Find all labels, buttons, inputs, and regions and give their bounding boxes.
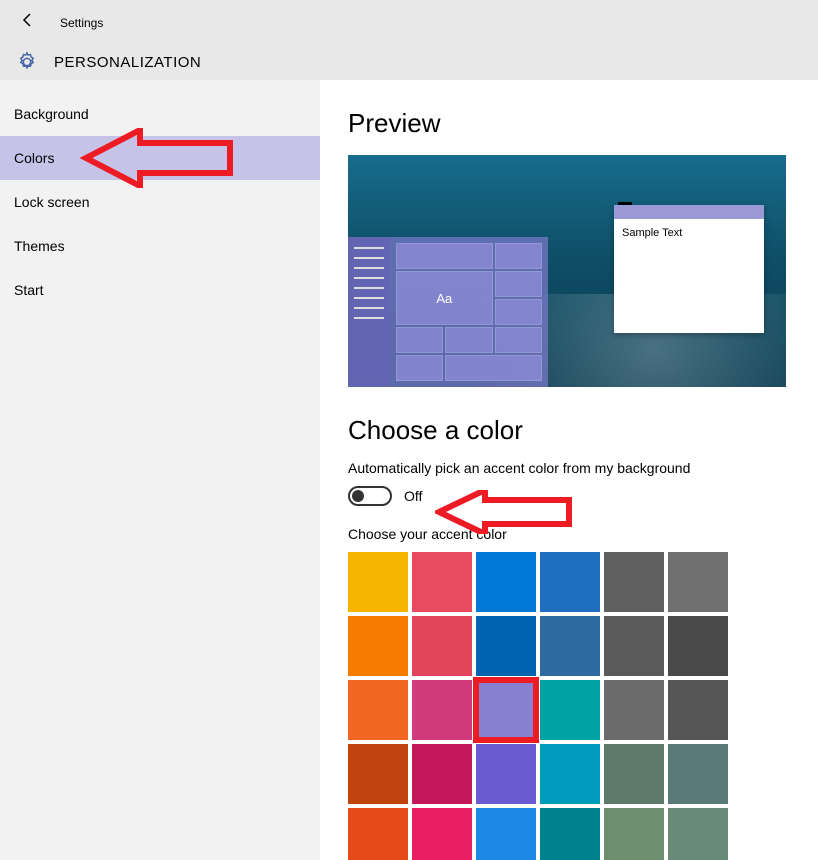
accent-swatch[interactable] (476, 680, 536, 740)
accent-swatch[interactable] (668, 808, 728, 860)
accent-swatch[interactable] (348, 680, 408, 740)
content-pane: Preview Aa Sample Text Choose a color (320, 80, 818, 860)
accent-swatch[interactable] (412, 744, 472, 804)
section-title: PERSONALIZATION (54, 54, 201, 71)
toggle-knob-icon (352, 490, 364, 502)
auto-pick-toggle[interactable] (348, 486, 392, 506)
accent-swatch[interactable] (412, 680, 472, 740)
auto-pick-label: Automatically pick an accent color from … (348, 460, 790, 476)
sidebar: Background Colors Lock screen Themes Sta… (0, 80, 320, 860)
preview-sample-text: Sample Text (614, 219, 764, 247)
preview-sample-titlebar (614, 205, 764, 219)
preview-start-list (348, 237, 390, 387)
accent-swatch[interactable] (540, 552, 600, 612)
accent-swatch-grid (348, 552, 790, 860)
app-name: Settings (60, 16, 103, 30)
accent-swatch[interactable] (412, 808, 472, 860)
accent-swatch[interactable] (348, 744, 408, 804)
accent-swatch[interactable] (604, 808, 664, 860)
sidebar-item-label: Colors (14, 150, 54, 166)
sidebar-item-label: Lock screen (14, 194, 89, 210)
sidebar-item-label: Background (14, 106, 89, 122)
accent-swatch[interactable] (668, 680, 728, 740)
sidebar-item-colors[interactable]: Colors (0, 136, 320, 180)
accent-swatch[interactable] (412, 552, 472, 612)
accent-swatch[interactable] (412, 616, 472, 676)
preview-tile-aa: Aa (396, 271, 493, 325)
accent-swatch[interactable] (476, 808, 536, 860)
accent-swatch[interactable] (476, 744, 536, 804)
accent-swatch[interactable] (540, 808, 600, 860)
accent-swatch[interactable] (668, 616, 728, 676)
preview-box: Aa Sample Text (348, 155, 786, 387)
accent-swatch[interactable] (348, 552, 408, 612)
header: Settings PERSONALIZATION (0, 0, 818, 80)
accent-swatch[interactable] (604, 680, 664, 740)
preview-start-panel: Aa (348, 237, 548, 387)
accent-swatch[interactable] (348, 808, 408, 860)
accent-swatch[interactable] (604, 552, 664, 612)
accent-swatch[interactable] (348, 616, 408, 676)
gear-icon (16, 51, 38, 73)
accent-swatch[interactable] (540, 744, 600, 804)
sidebar-item-label: Themes (14, 238, 65, 254)
preview-tiles: Aa (390, 237, 548, 387)
accent-swatch[interactable] (540, 616, 600, 676)
preview-sample-window: Sample Text (614, 205, 764, 333)
accent-color-label: Choose your accent color (348, 526, 790, 542)
accent-swatch[interactable] (476, 552, 536, 612)
accent-swatch[interactable] (476, 616, 536, 676)
sidebar-item-background[interactable]: Background (0, 92, 320, 136)
preview-heading: Preview (348, 108, 790, 139)
accent-swatch[interactable] (668, 552, 728, 612)
sidebar-item-lock-screen[interactable]: Lock screen (0, 180, 320, 224)
accent-swatch[interactable] (604, 744, 664, 804)
sidebar-item-label: Start (14, 282, 44, 298)
back-arrow-icon[interactable] (16, 8, 40, 37)
accent-swatch[interactable] (540, 680, 600, 740)
accent-swatch[interactable] (668, 744, 728, 804)
sidebar-item-start[interactable]: Start (0, 268, 320, 312)
choose-color-heading: Choose a color (348, 415, 790, 446)
accent-swatch[interactable] (604, 616, 664, 676)
sidebar-item-themes[interactable]: Themes (0, 224, 320, 268)
toggle-state-label: Off (404, 488, 422, 504)
